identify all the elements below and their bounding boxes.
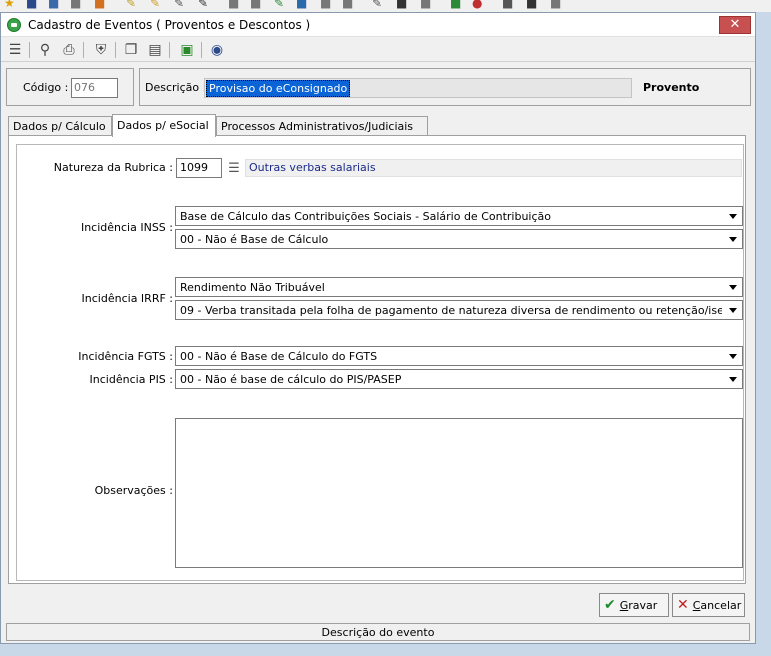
folder-icon[interactable]: ■: [48, 0, 59, 10]
excel-icon[interactable]: ■: [450, 0, 461, 10]
esocial-frame: Natureza da Rubrica : 1099 ☰ Outras verb…: [16, 144, 744, 581]
shield-icon[interactable]: ⛨: [91, 40, 111, 60]
chart-icon[interactable]: ■: [94, 0, 105, 10]
toolbar-separator: [83, 42, 84, 58]
event-registration-window: Cadastro de Eventos ( Proventos e Descon…: [0, 12, 756, 644]
chevron-down-icon[interactable]: [725, 279, 741, 295]
toolbar-separator: [115, 42, 116, 58]
irrf-base-value: Rendimento Não Tribuável: [180, 281, 325, 294]
descricao-panel: Descrição : Provisao do eConsignado Prov…: [139, 68, 751, 106]
copy-icon[interactable]: ❐: [121, 40, 141, 60]
fgts-select[interactable]: 00 - Não é Base de Cálculo do FGTS: [175, 346, 743, 366]
user-icon[interactable]: ■: [26, 0, 37, 10]
esocial-tab-panel: Natureza da Rubrica : 1099 ☰ Outras verb…: [8, 135, 746, 584]
toolbar-separator: [169, 42, 170, 58]
lookup-icon[interactable]: ☰: [226, 160, 242, 176]
inss-code-value: 00 - Não é Base de Cálculo: [180, 233, 329, 246]
pis-select[interactable]: 00 - Não é base de cálculo do PIS/PASEP: [175, 369, 743, 389]
observacoes-label: Observações :: [94, 484, 173, 497]
pencil-icon[interactable]: ✎: [126, 0, 136, 10]
x-icon: ✕: [677, 597, 689, 613]
window-icon[interactable]: ■: [250, 0, 261, 10]
list-doc-icon[interactable]: ■: [550, 0, 561, 10]
inss-base-value: Base de Cálculo das Contribuições Sociai…: [180, 210, 551, 223]
page-icon[interactable]: ■: [228, 0, 239, 10]
irrf-label: Incidência IRRF :: [81, 292, 173, 305]
report-icon[interactable]: ■: [420, 0, 431, 10]
observacoes-textarea[interactable]: [175, 418, 743, 568]
toolbar-separator: [201, 42, 202, 58]
fgts-label: Incidência FGTS :: [78, 350, 173, 363]
irrf-base-select[interactable]: Rendimento Não Tribuável: [175, 277, 743, 297]
table-icon[interactable]: ■: [342, 0, 353, 10]
window-title: Cadastro de Eventos ( Proventos e Descon…: [28, 18, 311, 32]
toolbar: ☰ ⚲ ⎙ ⛨ ❐ ▤ ▣ ◉: [1, 38, 755, 62]
natureza-label: Natureza da Rubrica :: [53, 161, 173, 174]
new-doc-icon[interactable]: ▣: [177, 40, 197, 60]
leaf-icon[interactable]: ✎: [274, 0, 284, 10]
chevron-down-icon[interactable]: [725, 231, 741, 247]
codigo-panel: Código : 076: [6, 68, 134, 106]
tool-icon[interactable]: ✎: [174, 0, 184, 10]
calculator-icon[interactable]: ■: [396, 0, 407, 10]
inss-code-select[interactable]: 00 - Não é Base de Cálculo: [175, 229, 743, 249]
chevron-down-icon[interactable]: [725, 348, 741, 364]
wrench-icon[interactable]: ✎: [198, 0, 208, 10]
app-icon: [7, 18, 21, 32]
codigo-input[interactable]: 076: [71, 78, 118, 98]
doc-icon[interactable]: ■: [70, 0, 81, 10]
fgts-value: 00 - Não é Base de Cálculo do FGTS: [180, 350, 378, 363]
pis-value: 00 - Não é base de cálculo do PIS/PASEP: [180, 373, 402, 386]
natureza-input[interactable]: 1099: [176, 158, 222, 178]
tab-dados-calculo[interactable]: Dados p/ Cálculo: [8, 116, 112, 136]
help-icon[interactable]: ◉: [207, 40, 227, 60]
host-toolbar-strip: ★ ■ ■ ■ ■ ✎ ✎ ✎ ✎ ■ ■ ✎ ■ ■ ■ ✎ ■ ■ ■ ● …: [0, 0, 771, 12]
chevron-down-icon[interactable]: [725, 371, 741, 387]
pis-label: Incidência PIS :: [89, 373, 173, 386]
cancelar-button[interactable]: ✕ Cancelar: [672, 593, 745, 617]
cancelar-label: Cancelar: [692, 598, 742, 612]
tools-icon[interactable]: ✎: [372, 0, 382, 10]
stop-icon[interactable]: ●: [472, 0, 482, 10]
codigo-label: Código :: [23, 81, 69, 94]
tab-processos[interactable]: Processos Administrativos/Judiciais: [216, 116, 428, 136]
descricao-selected-text: Provisao do eConsignado: [206, 80, 351, 97]
list-icon[interactable]: ☰: [5, 40, 25, 60]
inss-base-select[interactable]: Base de Cálculo das Contribuições Sociai…: [175, 206, 743, 226]
chevron-down-icon[interactable]: [725, 302, 741, 318]
search-icon[interactable]: ⚲: [35, 40, 55, 60]
irrf-code-value: 09 - Verba transitada pela folha de paga…: [180, 304, 722, 317]
chevron-down-icon[interactable]: [725, 208, 741, 224]
status-bar: Descrição do evento: [6, 623, 750, 641]
toolbar-separator: [29, 42, 30, 58]
tab-dados-esocial[interactable]: Dados p/ eSocial: [112, 114, 216, 137]
close-button[interactable]: ✕: [719, 16, 751, 34]
descricao-label: Descrição :: [145, 81, 207, 94]
gravar-button[interactable]: ✔ Gravar: [599, 593, 669, 617]
print-icon[interactable]: ⎙: [59, 40, 79, 60]
globe-icon[interactable]: ■: [296, 0, 307, 10]
check-icon: ✔: [604, 597, 616, 613]
sheet-icon[interactable]: ■: [320, 0, 331, 10]
gravar-label: Gravar: [619, 598, 658, 612]
key-icon[interactable]: ✎: [150, 0, 160, 10]
title-bar: Cadastro de Eventos ( Proventos e Descon…: [1, 13, 755, 37]
star-icon[interactable]: ★: [4, 0, 15, 10]
chat-icon[interactable]: ■: [502, 0, 513, 10]
irrf-code-select[interactable]: 09 - Verba transitada pela folha de paga…: [175, 300, 743, 320]
natureza-description: Outras verbas salariais: [245, 159, 742, 177]
descricao-input[interactable]: Provisao do eConsignado: [204, 78, 632, 98]
grid-icon[interactable]: ■: [526, 0, 537, 10]
tipo-evento-label: Provento: [643, 81, 700, 94]
export-icon[interactable]: ▤: [145, 40, 165, 60]
inss-label: Incidência INSS :: [80, 221, 173, 234]
